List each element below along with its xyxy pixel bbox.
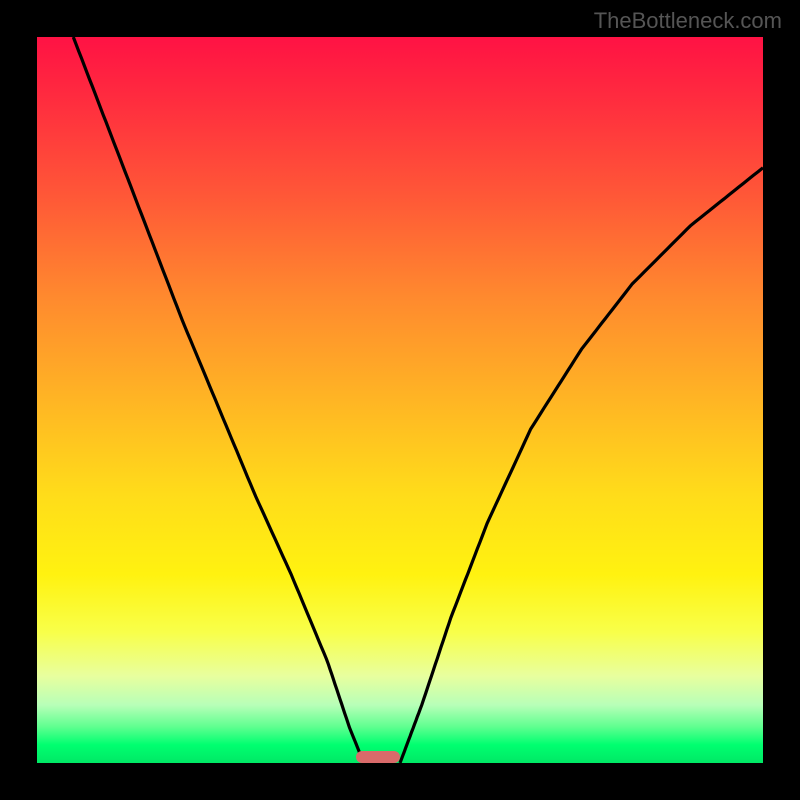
watermark-text: TheBottleneck.com — [594, 8, 782, 34]
bottleneck-marker — [356, 751, 400, 763]
left-curve-line — [73, 37, 363, 763]
curve-overlay — [37, 37, 763, 763]
plot-area — [37, 37, 763, 763]
right-curve-line — [400, 168, 763, 763]
